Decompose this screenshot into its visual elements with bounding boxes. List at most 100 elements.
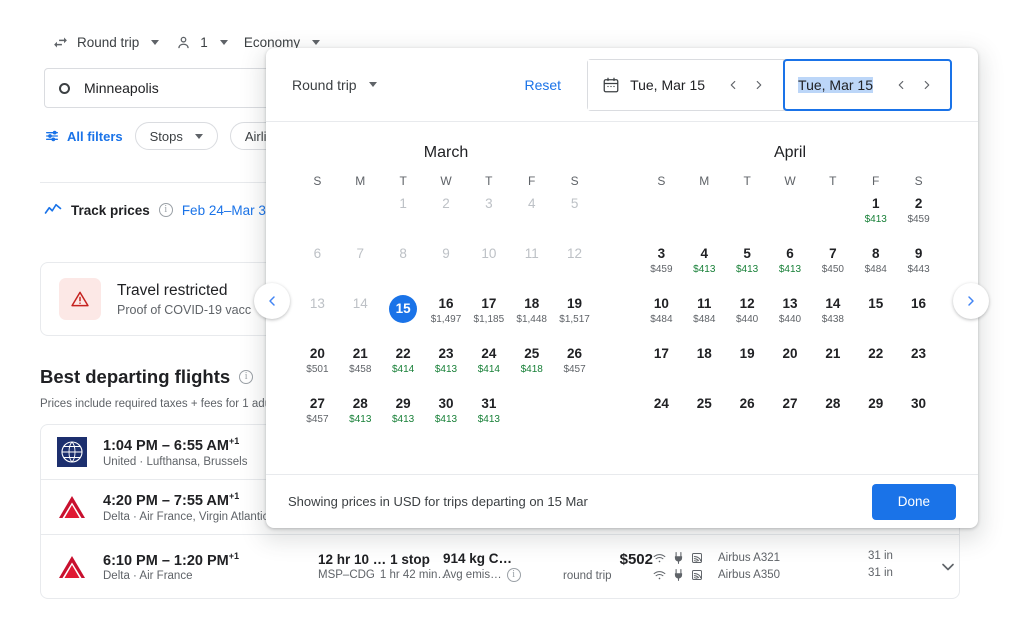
weekday-label: M (699, 174, 710, 188)
calendar-day-23[interactable]: 23 (897, 342, 940, 386)
calendar-day-12[interactable]: 12 $440 (726, 292, 769, 336)
calendar-day-21[interactable]: 21 (811, 342, 854, 386)
day-number: 30 (911, 396, 927, 411)
calendar-cell-empty (339, 192, 382, 236)
day-price: $413 (736, 264, 759, 275)
calendar-trip-type-selector[interactable]: Round trip (292, 77, 377, 93)
previous-month-button[interactable] (254, 283, 290, 319)
calendar-day-17[interactable]: 17 $1,185 (467, 292, 510, 336)
calendar-day-27[interactable]: 27 $457 (296, 392, 339, 436)
calendar-day-9[interactable]: 9 $443 (897, 242, 940, 286)
calendar-day-20[interactable]: 20 (769, 342, 812, 386)
calendar-day-13[interactable]: 13 $440 (769, 292, 812, 336)
calendar-day-27[interactable]: 27 (769, 392, 812, 436)
calendar-day-16[interactable]: 16 $1,497 (425, 292, 468, 336)
calendar-day-23[interactable]: 23 $413 (425, 342, 468, 386)
calendar-day-6[interactable]: 6 $413 (769, 242, 812, 286)
calendar-day-17[interactable]: 17 (640, 342, 683, 386)
calendar-day-30[interactable]: 30 $413 (425, 392, 468, 436)
calendar-day-11: 11 (510, 242, 553, 286)
calendar-day-22[interactable]: 22 (854, 342, 897, 386)
calendar-day-7[interactable]: 7 $450 (811, 242, 854, 286)
day-number: 14 (825, 296, 841, 311)
calendar-day-16[interactable]: 16 (897, 292, 940, 336)
return-prev-day-button[interactable] (889, 73, 913, 97)
trip-type-selector[interactable]: Round trip (44, 28, 167, 57)
calendar-cell-empty (811, 192, 854, 236)
date-picker-dialog: Round trip Reset Tue, Mar 15 Tue, Mar 15… (266, 48, 978, 528)
return-next-day-button[interactable] (915, 73, 939, 97)
day-number: 23 (438, 346, 454, 361)
calendar-day-10[interactable]: 10 $484 (640, 292, 683, 336)
calendar-day-25[interactable]: 25 (683, 392, 726, 436)
stops-filter-chip[interactable]: Stops (134, 122, 218, 150)
weekday-label: F (872, 174, 880, 188)
calendar-day-22[interactable]: 22 $414 (382, 342, 425, 386)
calendar-day-18[interactable]: 18 $1,448 (510, 292, 553, 336)
all-filters-button[interactable]: All filters (44, 128, 123, 144)
weekday-label: S (313, 174, 322, 188)
info-icon[interactable]: i (239, 370, 254, 384)
reset-button[interactable]: Reset (524, 77, 587, 93)
calendar-day-4[interactable]: 4 $413 (683, 242, 726, 286)
weekday-label: T (399, 174, 407, 188)
track-prices-range[interactable]: Feb 24–Mar 3 (182, 203, 266, 218)
calendar-day-25[interactable]: 25 $418 (510, 342, 553, 386)
calendar-day-31[interactable]: 31 $413 (467, 392, 510, 436)
day-price: $1,448 (516, 314, 547, 325)
calendar-day-29[interactable]: 29 $413 (382, 392, 425, 436)
departure-next-day-button[interactable] (747, 73, 771, 97)
calendar-day-21[interactable]: 21 $458 (339, 342, 382, 386)
calendar-day-26[interactable]: 26 (726, 392, 769, 436)
info-icon[interactable]: i (158, 203, 173, 217)
calendar-day-24[interactable]: 24 $414 (467, 342, 510, 386)
calendar-day-18[interactable]: 18 (683, 342, 726, 386)
day-number: 29 (868, 396, 884, 411)
aircraft-type: Airbus A350 (718, 569, 781, 581)
calendar-day-26[interactable]: 26 $457 (553, 342, 596, 386)
expand-flight-button[interactable] (928, 557, 959, 577)
calendar-day-15[interactable]: 15 (854, 292, 897, 336)
return-date-field[interactable]: Tue, Mar 15 (783, 58, 952, 111)
done-button[interactable]: Done (871, 483, 956, 520)
calendar-day-5[interactable]: 5 $413 (726, 242, 769, 286)
calendar-day-1[interactable]: 1 $413 (854, 192, 897, 236)
calendar-day-29[interactable]: 29 (854, 392, 897, 436)
weekday-label: F (528, 174, 536, 188)
calendar-day-15[interactable]: 15 (382, 292, 425, 336)
departure-date-field[interactable]: Tue, Mar 15 (588, 59, 785, 110)
power-outlet-icon (673, 552, 684, 564)
departure-prev-day-button[interactable] (721, 73, 745, 97)
calendar-day-20[interactable]: 20 $501 (296, 342, 339, 386)
day-number: 15 (868, 296, 884, 311)
chevron-down-icon (151, 40, 160, 45)
day-price: $413 (434, 364, 458, 375)
passengers-selector[interactable]: 1 (167, 28, 236, 57)
calendar-day-3[interactable]: 3 $459 (640, 242, 683, 286)
weekday-label: T (485, 174, 493, 188)
calendar-day-28[interactable]: 28 $413 (339, 392, 382, 436)
flight-operators: Delta · Air France (103, 570, 193, 583)
weekday-header: SMTWTFS (640, 174, 940, 188)
flight-row[interactable]: 6:10 PM – 1:20 PM+1 Delta · Air France 1… (41, 535, 959, 598)
calendar-day-2[interactable]: 2 $459 (897, 192, 940, 236)
calendar-day-19[interactable]: 19 (726, 342, 769, 386)
calendar-day-28[interactable]: 28 (811, 392, 854, 436)
calendar-day-11[interactable]: 11 $484 (683, 292, 726, 336)
calendar-day-24[interactable]: 24 (640, 392, 683, 436)
day-number: 15 (395, 301, 411, 316)
day-price: $457 (563, 364, 586, 375)
day-price: $414 (477, 364, 500, 375)
weekday-label: M (355, 174, 366, 188)
filter-sliders-icon (44, 128, 60, 144)
weekday-label: S (657, 174, 666, 188)
flight-times-text: 1:04 PM – 6:55 AM (103, 437, 229, 454)
calendar-day-8[interactable]: 8 $484 (854, 242, 897, 286)
info-icon[interactable]: i (506, 568, 521, 582)
next-month-button[interactable] (953, 283, 989, 319)
calendar-day-30[interactable]: 30 (897, 392, 940, 436)
day-price: $1,517 (559, 314, 590, 325)
day-number: 6 (313, 246, 322, 261)
calendar-day-19[interactable]: 19 $1,517 (553, 292, 596, 336)
calendar-day-14[interactable]: 14 $438 (811, 292, 854, 336)
